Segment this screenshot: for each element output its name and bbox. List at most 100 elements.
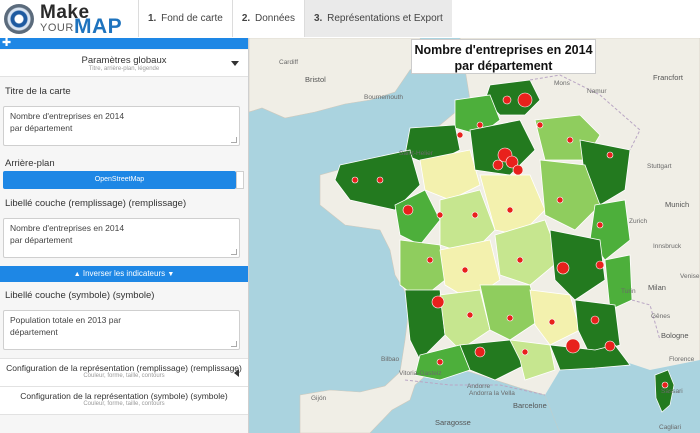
place-label: Cagliari [659,424,682,431]
app-header: Make YOUR MAP 1. Fond de carte 2. Donnée… [0,0,700,39]
symbol-circle [517,92,533,108]
symbol-layer-input[interactable]: Population totale en 2013 par départemen… [3,310,240,350]
place-label: Stuttgart [647,163,672,170]
place-label: Vitoria-Gasteiz [399,370,442,377]
place-label: Venise [680,273,700,280]
place-label: Bournemouth [364,94,404,101]
global-params-header[interactable]: Paramètres globaux Titre, arrière-plan, … [0,50,248,77]
fill-layer-input[interactable]: Nombre d'entreprises en 2014 par départe… [3,218,240,258]
place-label: Munich [665,200,690,209]
place-label: Mons [554,80,570,87]
symbol-circle [512,164,524,176]
config-symbol-subtitle: Couleur, forme, taille, contours [83,401,165,407]
place-label: Cardiff [279,59,299,66]
step-tabs: 1. Fond de carte 2. Données 3. Représent… [138,0,452,38]
symbol-circle [536,121,544,129]
place-label: Barcelone [513,401,547,410]
place-label: Milan [648,283,666,292]
symbol-circle [548,318,556,326]
resize-handle-icon[interactable] [231,249,237,255]
symbol-circle [461,266,469,274]
config-fill-header[interactable]: Configuration de la représentation (remp… [0,358,248,387]
chevron-down-icon: ▼ [167,271,175,278]
fill-layer-label: Libellé couche (remplissage) (remplissag… [5,198,187,209]
symbol-circle [402,204,414,216]
symbol-layer-label: Libellé couche (symbole) (symbole) [5,290,155,301]
place-label: Gijón [311,395,327,402]
symbol-circle [566,136,574,144]
background-label: Arrière-plan [5,158,55,169]
symbol-circle [556,196,564,204]
chevron-up-icon: ▲ [73,271,81,278]
place-label: Sassari [661,388,683,395]
tab-fond-de-carte[interactable]: 1. Fond de carte [138,0,232,37]
place-label: Bilbao [381,356,400,363]
place-label: Turin [621,288,636,295]
uk-land [249,38,426,119]
expand-bar[interactable]: ✚ [0,38,248,49]
symbol-circle [376,176,384,184]
place-label: Francfort [653,73,684,82]
place-label: Bologne [661,331,689,340]
symbol-circle [596,221,604,229]
symbol-circle [521,348,529,356]
symbol-circle [556,261,570,275]
symbol-circle [506,314,514,322]
logo-your: YOUR [40,22,74,34]
symbol-circle [590,315,600,325]
symbol-circle [456,131,464,139]
symbol-circle [436,211,444,219]
background-select-handle[interactable] [236,171,244,189]
symbol-circle [466,311,474,319]
symbol-circle [506,206,514,214]
symbol-circle [474,346,486,358]
swap-indicators-button[interactable]: ▲ Inverser les indicateurs ▼ [0,266,248,282]
config-symbol-title: Configuration de la représentation (symb… [20,391,228,401]
tab-donnees[interactable]: 2. Données [231,0,304,37]
symbol-circle [476,121,484,129]
chevron-down-icon [231,61,239,66]
place-label: Gênes [651,313,671,320]
place-label: Saragosse [435,418,471,427]
global-params-title: Paramètres globaux [81,55,167,66]
map-title-input[interactable]: Nombre d'entreprises en 2014 par départe… [3,106,240,146]
map-view[interactable]: Cardiff Bristol Bournemouth Saint-Helier… [249,38,700,433]
symbol-circle [426,256,434,264]
mediterranean [545,360,700,433]
symbol-circle [606,151,614,159]
map-title-line1: Nombre d'entreprises en 2014 [414,43,593,57]
map-title-line2: par département [454,59,553,73]
app-logo[interactable]: Make YOUR MAP [4,2,138,38]
basemap [249,38,700,433]
symbol-circle [595,260,605,270]
tab-representations-export[interactable]: 3. Représentations et Export [304,0,452,37]
place-label: Florence [669,356,695,363]
symbol-circle [565,338,581,354]
place-label: Andorra la Vella [469,390,515,397]
symbol-circle [516,256,524,264]
settings-panel: ✚ Paramètres globaux Titre, arrière-plan… [0,38,249,433]
place-label: Namur [587,88,607,95]
place-label: Saint-Helier [399,150,433,157]
logo-eye-icon [4,4,34,34]
symbol-circle [604,340,616,352]
dept-mid [604,254,633,311]
place-label: Andorre [467,383,491,390]
config-fill-subtitle: Couleur, forme, taille, contours [83,373,165,379]
symbol-circle [436,358,444,366]
global-params-subtitle: Titre, arrière-plan, légende [88,66,160,72]
resize-handle-icon[interactable] [231,341,237,347]
place-label: Bristol [305,75,326,84]
symbol-circle [431,295,445,309]
symbol-circle [471,211,479,219]
map-title-label: Titre de la carte [5,86,71,97]
background-select[interactable]: OpenStreetMap [3,171,236,189]
config-symbol-header[interactable]: Configuration de la représentation (symb… [0,387,248,415]
symbol-circle [492,159,504,171]
plus-icon: ✚ [2,38,12,49]
resize-handle-icon[interactable] [231,137,237,143]
place-label: Innsbruck [653,243,682,250]
config-fill-title: Configuration de la représentation (remp… [6,363,242,373]
map-title-box: Nombre d'entreprises en 2014 par départe… [411,39,596,74]
symbol-circle [502,95,512,105]
